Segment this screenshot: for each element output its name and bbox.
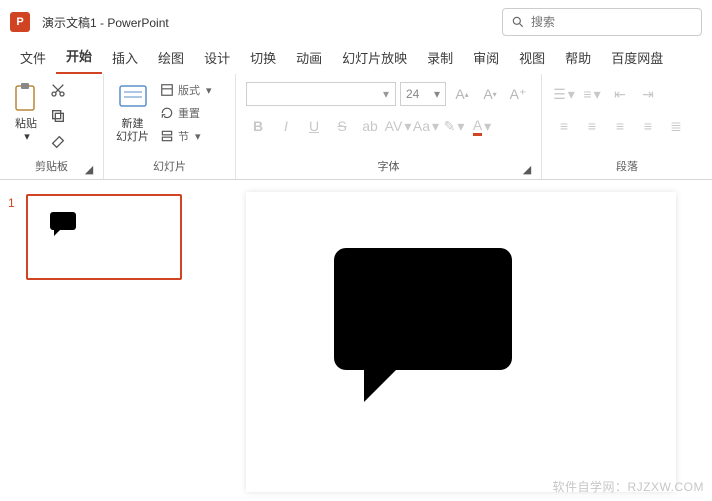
highlight-icon: ✎	[444, 118, 456, 135]
group-paragraph: ☰▾ ≡▾ ⇤ ⇥ ≡ ≡ ≡ ≡ ≣ 段落	[542, 74, 712, 179]
increase-font-button[interactable]: A▴	[450, 82, 474, 106]
outdent-icon: ⇤	[614, 86, 626, 103]
section-button[interactable]: 节▾	[157, 126, 215, 146]
tab-insert[interactable]: 插入	[102, 43, 148, 74]
bold-button[interactable]: B	[246, 114, 270, 138]
shadow-button[interactable]: ab	[358, 114, 382, 138]
distribute-button[interactable]: ≣	[664, 114, 688, 138]
eraser-icon: A⁺	[510, 86, 527, 103]
chevron-down-icon: ▾	[24, 131, 30, 143]
spacing-button[interactable]: AV▾	[386, 114, 410, 138]
distribute-icon: ≣	[670, 118, 682, 135]
bullets-button[interactable]: ☰▾	[552, 82, 576, 106]
indent-icon: ⇥	[642, 86, 654, 103]
group-font: ▾ 24▾ A▴ A▾ A⁺ B I U S ab AV▾ Aa▾ ✎▾ A▾ …	[236, 74, 542, 179]
tab-design[interactable]: 设计	[194, 43, 240, 74]
reset-icon	[160, 106, 174, 120]
tab-help[interactable]: 帮助	[555, 43, 601, 74]
font-name-combo[interactable]: ▾	[246, 82, 396, 106]
app-icon: P	[10, 12, 30, 32]
tab-animation[interactable]: 动画	[286, 43, 332, 74]
numbering-icon: ≡	[583, 86, 591, 102]
align-left-button[interactable]: ≡	[552, 114, 576, 138]
format-painter-button[interactable]	[48, 132, 68, 152]
search-box[interactable]	[502, 8, 702, 36]
group-clipboard: 粘贴▾ 剪贴板◢	[0, 74, 104, 179]
tab-home[interactable]: 开始	[56, 41, 102, 74]
tab-draw[interactable]: 绘图	[148, 43, 194, 74]
search-icon	[511, 15, 525, 29]
speech-bubble-shape[interactable]	[334, 248, 512, 370]
reset-button[interactable]: 重置	[157, 103, 215, 123]
highlight-button[interactable]: ✎▾	[442, 114, 466, 138]
brush-icon	[50, 134, 66, 150]
group-label-slides: 幻灯片	[112, 156, 227, 177]
align-right-icon: ≡	[616, 118, 624, 134]
thumbnail-panel[interactable]: 1	[0, 180, 210, 501]
new-slide-button[interactable]: 新建 幻灯片	[112, 78, 153, 156]
tab-slideshow[interactable]: 幻灯片放映	[332, 43, 417, 74]
new-slide-icon	[118, 84, 148, 112]
decrease-font-button[interactable]: A▾	[478, 82, 502, 106]
align-center-icon: ≡	[588, 118, 596, 134]
font-size-combo[interactable]: 24▾	[400, 82, 446, 106]
indent-decrease-button[interactable]: ⇤	[608, 82, 632, 106]
justify-icon: ≡	[644, 118, 652, 134]
copy-button[interactable]	[48, 106, 68, 126]
group-label-font: 字体◢	[244, 156, 533, 177]
tab-record[interactable]: 录制	[417, 43, 463, 74]
copy-icon	[50, 108, 66, 124]
cut-button[interactable]	[48, 80, 68, 100]
speech-bubble-tail	[364, 368, 398, 402]
clear-format-button[interactable]: A⁺	[506, 82, 530, 106]
thumbnail-number: 1	[8, 194, 22, 280]
workspace: 1	[0, 180, 712, 501]
group-slides: 新建 幻灯片 版式▾ 重置 节▾ 幻灯片	[104, 74, 236, 179]
tab-baidu[interactable]: 百度网盘	[601, 43, 673, 74]
slide[interactable]	[246, 192, 676, 492]
underline-button[interactable]: U	[302, 114, 326, 138]
italic-button[interactable]: I	[274, 114, 298, 138]
align-left-icon: ≡	[560, 118, 568, 134]
section-icon	[160, 129, 174, 143]
new-slide-label: 新建 幻灯片	[116, 118, 149, 144]
titlebar: P 演示文稿1 - PowerPoint	[0, 0, 712, 44]
align-right-button[interactable]: ≡	[608, 114, 632, 138]
tab-view[interactable]: 视图	[509, 43, 555, 74]
font-color-button[interactable]: A▾	[470, 114, 494, 138]
watermark: 软件自学网：RJZXW.COM	[553, 478, 705, 495]
align-center-button[interactable]: ≡	[580, 114, 604, 138]
numbering-button[interactable]: ≡▾	[580, 82, 604, 106]
indent-increase-button[interactable]: ⇥	[636, 82, 660, 106]
group-label-clipboard: 剪贴板◢	[8, 156, 95, 177]
strikethrough-button[interactable]: S	[330, 114, 354, 138]
document-title: 演示文稿1 - PowerPoint	[42, 14, 169, 31]
paste-icon	[12, 82, 40, 114]
ribbon-tabs: 文件 开始 插入 绘图 设计 切换 动画 幻灯片放映 录制 审阅 视图 帮助 百…	[0, 44, 712, 74]
tab-file[interactable]: 文件	[10, 43, 56, 74]
layout-button[interactable]: 版式▾	[157, 80, 215, 100]
search-input[interactable]	[531, 15, 693, 29]
scissors-icon	[50, 82, 66, 98]
dialog-launcher-icon[interactable]: ◢	[521, 163, 533, 175]
slide-thumbnail-1[interactable]	[26, 194, 182, 280]
ribbon: 粘贴▾ 剪贴板◢ 新建 幻灯片 版式▾ 重置 节▾ 幻灯片	[0, 74, 712, 180]
bullets-icon: ☰	[553, 86, 566, 103]
justify-button[interactable]: ≡	[636, 114, 660, 138]
thumbnail-shape	[50, 212, 76, 230]
tab-review[interactable]: 审阅	[463, 43, 509, 74]
slide-canvas-area[interactable]	[210, 180, 712, 501]
tab-transition[interactable]: 切换	[240, 43, 286, 74]
dialog-launcher-icon[interactable]: ◢	[83, 163, 95, 175]
group-label-paragraph: 段落	[550, 156, 704, 177]
layout-icon	[160, 83, 174, 97]
change-case-button[interactable]: Aa▾	[414, 114, 438, 138]
paste-button[interactable]: 粘贴▾	[8, 78, 44, 156]
